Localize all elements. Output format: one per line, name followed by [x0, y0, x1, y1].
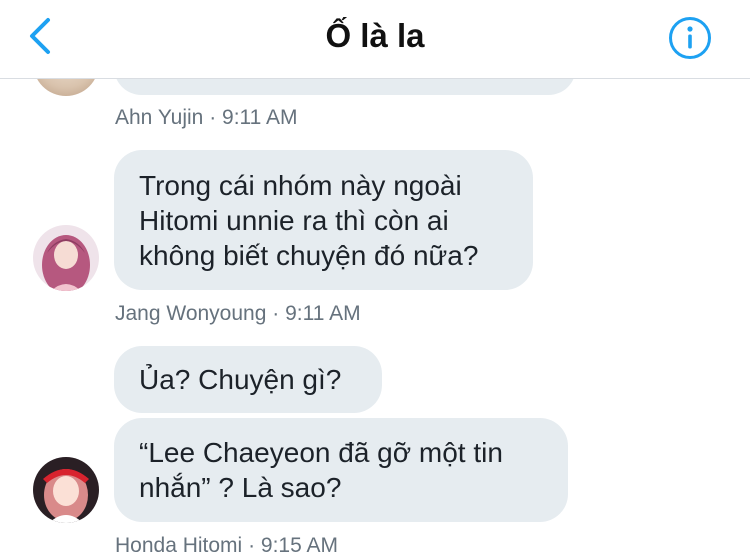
message-line: không biết chuyện đó nữa? — [139, 240, 479, 271]
message-time: 9:11 AM — [222, 106, 298, 129]
message-bubble[interactable]: Trong cái nhóm này ngoài Hitomi unnie ra… — [114, 150, 533, 290]
sender-name: Jang Wonyoung — [115, 302, 267, 325]
message-meta: Ahn Yujin · 9:11 AM — [115, 105, 298, 131]
sender-name: Ahn Yujin — [115, 106, 204, 129]
message-line: Trong cái nhóm này ngoài — [139, 170, 462, 201]
message-time: 9:11 AM — [285, 302, 361, 325]
message-meta: Jang Wonyoung · 9:11 AM — [115, 301, 361, 327]
meta-separator: · — [272, 302, 280, 325]
message-line: Ủa? Chuyện gì? — [139, 364, 342, 395]
message-meta: Honda Hitomi · 9:15 AM — [115, 533, 338, 559]
avatar[interactable] — [33, 225, 99, 291]
meta-separator: · — [209, 106, 217, 129]
page-title: Ố là la — [325, 17, 425, 54]
info-icon — [669, 17, 711, 59]
message-line: “Lee Chaeyeon đã gỡ một tin — [139, 437, 503, 468]
conversation-header: Ố là la — [0, 0, 750, 79]
message-line: nhắn” ? Là sao? — [139, 472, 342, 503]
info-button[interactable] — [668, 16, 712, 60]
message-thread[interactable]: Ahn Yujin · 9:11 AM Trong cái nhóm này n… — [0, 0, 750, 557]
message-bubble[interactable]: “Lee Chaeyeon đã gỡ một tin nhắn” ? Là s… — [114, 418, 568, 522]
avatar[interactable] — [33, 457, 99, 523]
message-bubble[interactable]: Ủa? Chuyện gì? — [114, 346, 382, 413]
message-line: Hitomi unnie ra thì còn ai — [139, 205, 449, 236]
